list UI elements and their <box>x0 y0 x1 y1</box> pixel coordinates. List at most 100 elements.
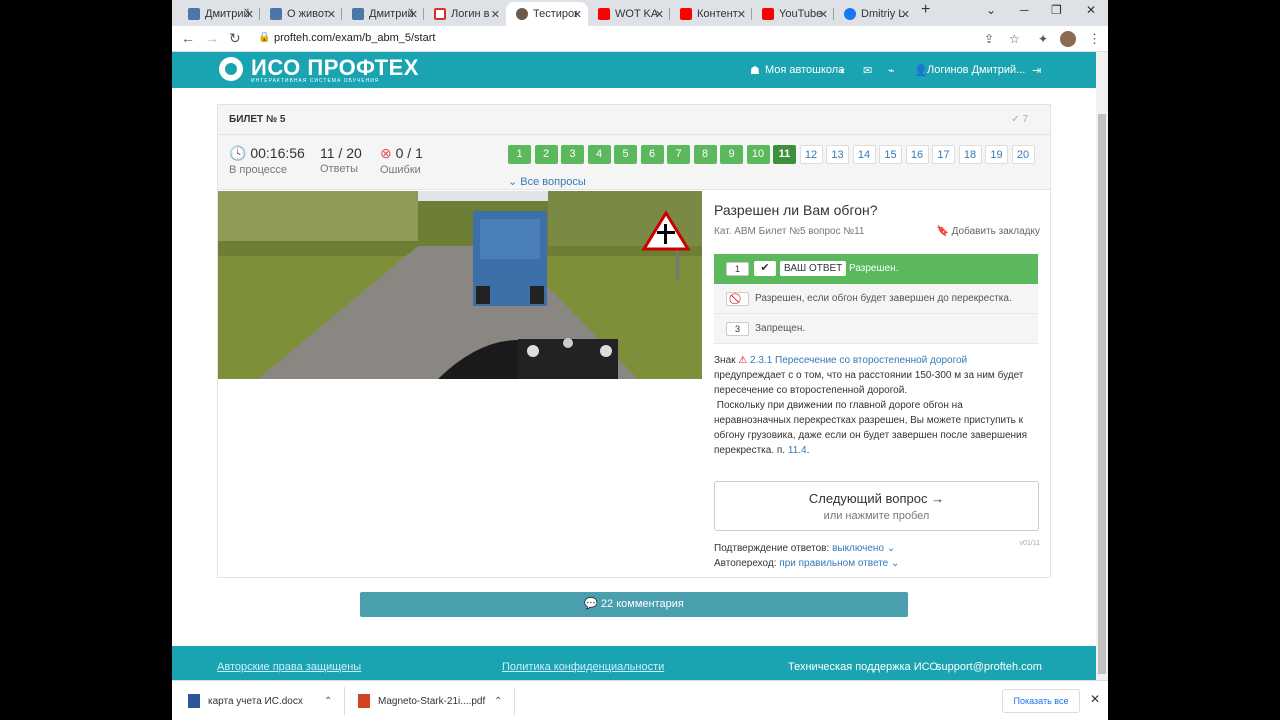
sign-link[interactable]: 2.3.1 Пересечение со второстепенной доро… <box>750 355 967 366</box>
close-shelf-icon[interactable]: ✕ <box>1090 692 1100 706</box>
close-icon[interactable]: ✕ <box>409 8 418 21</box>
copyright-link[interactable]: Авторские права защищены <box>217 661 361 673</box>
close-icon[interactable]: ✕ <box>655 8 664 21</box>
comments-button[interactable]: 💬 22 комментария <box>360 592 908 617</box>
close-window-icon[interactable]: ✕ <box>1086 3 1096 17</box>
question-number-button[interactable]: 3 <box>561 145 584 164</box>
question-image <box>218 191 702 379</box>
download-filename: карта учета ИС.docx <box>208 695 303 707</box>
question-number-button[interactable]: 19 <box>985 145 1008 164</box>
back-icon[interactable]: ← <box>181 30 195 46</box>
reload-icon[interactable]: ↻ <box>229 30 241 47</box>
close-icon[interactable]: ✕ <box>819 8 828 21</box>
show-all-downloads-button[interactable]: Показать все <box>1002 689 1080 713</box>
tab-5-active[interactable]: Тестиров ✕ <box>506 2 588 26</box>
question-number-button[interactable]: 20 <box>1011 145 1035 164</box>
tab-8[interactable]: YouTube ✕ <box>752 2 834 26</box>
question-number-button[interactable]: 14 <box>852 145 876 164</box>
auto-advance-toggle[interactable]: при правильном ответе <box>779 558 888 569</box>
explanation: Знак ⚠ 2.3.1 Пересечение со второстепенн… <box>714 355 1028 456</box>
question-number-button[interactable]: 12 <box>799 145 823 164</box>
vk-icon <box>352 8 364 20</box>
prohibited-icon: ⃠ <box>726 292 749 306</box>
gmail-icon <box>434 8 446 20</box>
add-bookmark-button[interactable]: 🔖 Добавить закладку <box>936 226 1040 237</box>
tab-3[interactable]: Дмитрий ✕ <box>342 2 424 26</box>
question-number-button[interactable]: 13 <box>826 145 849 164</box>
privacy-link[interactable]: Политика конфиденциальности <box>502 661 664 673</box>
download-item-1[interactable]: карта учета ИС.docx ⌃ <box>188 689 332 713</box>
timer: 🕓 00:16:56 В процессе <box>229 145 305 176</box>
tab-9[interactable]: Dmitriy L ✕ <box>834 2 916 26</box>
question-number-button[interactable]: 7 <box>667 145 690 164</box>
errors-count: ⊗ 0 / 1 Ошибки <box>380 145 423 176</box>
question-number-button[interactable]: 18 <box>958 145 982 164</box>
menu-icon[interactable]: ⋮ <box>1088 31 1101 47</box>
question-number-button[interactable]: 15 <box>879 145 902 164</box>
question-number-button[interactable]: 10 <box>746 145 770 164</box>
question-number-button[interactable]: 2 <box>534 145 558 164</box>
close-icon[interactable]: ✕ <box>573 8 582 21</box>
extensions-icon[interactable]: ✦ <box>1038 32 1048 46</box>
logo-subtitle: ИНТЕРАКТИВНАЯ СИСТЕМА ОБУЧЕНИЯ <box>251 78 380 84</box>
minimize-icon[interactable]: ─ <box>1020 3 1029 17</box>
bookmark-star-icon[interactable]: ☆ <box>1009 32 1020 46</box>
download-item-2[interactable]: Magneto-Stark-21i....pdf ⌃ <box>358 689 502 713</box>
close-icon[interactable]: ✕ <box>737 8 746 21</box>
share-icon[interactable]: ⇪ <box>984 32 994 46</box>
logout-icon[interactable]: ⇥ <box>1032 64 1041 77</box>
done-count: ✓ 7 <box>1011 114 1028 125</box>
vertical-scrollbar[interactable] <box>1096 52 1108 680</box>
question-title: Разрешен ли Вам обгон? <box>714 202 878 218</box>
answer-option-2[interactable]: ⃠ Разрешен, если обгон будет завершен до… <box>714 284 1038 314</box>
chevron-up-icon[interactable]: ⌃ <box>324 696 332 707</box>
profile-avatar[interactable] <box>1060 31 1076 47</box>
download-shelf: карта учета ИС.docx ⌃ Magneto-Stark-21i.… <box>172 680 1108 720</box>
stats-icon[interactable]: ⌁ <box>888 64 895 77</box>
tab-search-icon[interactable]: ⌄ <box>986 3 996 17</box>
mail-icon[interactable]: ✉ <box>863 64 872 77</box>
tab-title: Дмитрий <box>369 8 413 20</box>
question-number-button[interactable]: 16 <box>905 145 929 164</box>
confirm-answers-toggle[interactable]: выключено <box>832 543 884 554</box>
nav-user[interactable]: Логинов Дмитрий... <box>927 64 1025 76</box>
tab-1[interactable]: Дмитрий ✕ <box>178 2 260 26</box>
tab-6[interactable]: WOT KA ✕ <box>588 2 670 26</box>
answer-option-3[interactable]: 3 Запрещен. <box>714 314 1038 344</box>
chevron-down-icon: ⌄ <box>891 558 900 569</box>
question-number-button[interactable]: 11 <box>773 145 796 164</box>
question-number-button[interactable]: 5 <box>614 145 637 164</box>
forward-icon[interactable]: → <box>205 30 219 46</box>
tab-title: WOT KA <box>615 8 659 20</box>
question-number-button[interactable]: 9 <box>720 145 743 164</box>
answer-option-1[interactable]: 1 ✔ ВАШ ОТВЕТ Разрешен. <box>714 254 1038 284</box>
url-field[interactable]: profteh.com/exam/b_abm_5/start <box>274 32 435 44</box>
tab-title: Dmitriy L <box>861 8 905 20</box>
all-questions-link[interactable]: ⌄ Все вопросы <box>508 175 586 188</box>
new-tab-button[interactable]: + <box>921 1 930 19</box>
pdf-file-icon <box>358 694 370 708</box>
next-question-button[interactable]: Следующий вопрос → или нажмите пробел <box>714 481 1039 531</box>
question-number-button[interactable]: 8 <box>693 145 717 164</box>
tab-4[interactable]: Логин в ✕ <box>424 2 506 26</box>
close-icon[interactable]: ✕ <box>245 8 254 21</box>
user-icon: 👤 <box>914 65 928 77</box>
question-number-button[interactable]: 6 <box>640 145 664 164</box>
close-icon[interactable]: ✕ <box>491 8 500 21</box>
rule-link[interactable]: 11.4 <box>788 445 807 456</box>
scrollbar-thumb[interactable] <box>1098 114 1106 674</box>
tab-7[interactable]: Контент ✕ <box>670 2 752 26</box>
tab-title: Логин в <box>451 8 490 20</box>
site-header: ИСО ПРОФТЕХ ИНТЕРАКТИВНАЯ СИСТЕМА ОБУЧЕН… <box>172 52 1096 88</box>
restore-icon[interactable]: ❐ <box>1051 3 1062 17</box>
logo-icon[interactable] <box>219 57 243 81</box>
tab-2[interactable]: О живот ✕ <box>260 2 342 26</box>
question-number-button[interactable]: 1 <box>508 145 531 164</box>
chevron-up-icon[interactable]: ⌃ <box>494 696 502 707</box>
support-email[interactable]: support@profteh.com <box>936 661 1042 673</box>
question-number-button[interactable]: 4 <box>587 145 611 164</box>
question-number-button[interactable]: 17 <box>932 145 955 164</box>
close-icon[interactable]: ✕ <box>327 8 336 21</box>
nav-my-school[interactable]: Моя автошкола <box>765 64 844 76</box>
close-icon[interactable]: ✕ <box>901 8 910 21</box>
